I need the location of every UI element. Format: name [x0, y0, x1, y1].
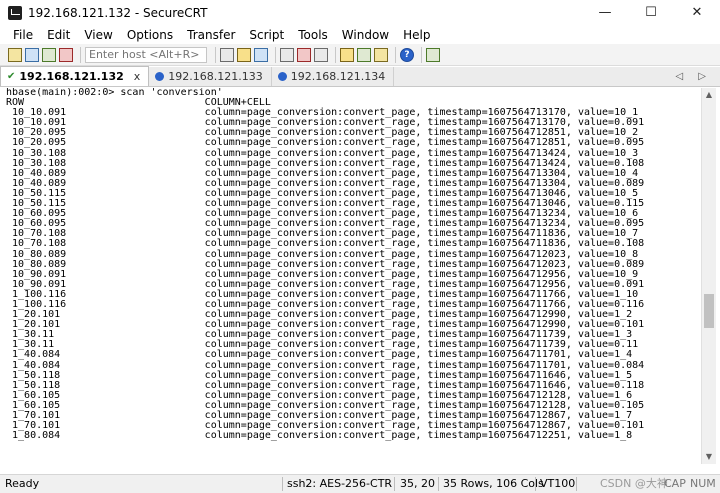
tab-label: 192.168.121.132 — [19, 70, 124, 83]
status-rows-cols: 35 Rows, 106 Cols — [443, 477, 544, 490]
tab-close-icon[interactable]: x — [134, 70, 141, 83]
menu-bar: File Edit View Options Transfer Script T… — [0, 25, 720, 44]
help-icon[interactable]: ? — [400, 47, 414, 62]
window-title: 192.168.121.132 - SecureCRT — [28, 5, 208, 20]
status-caps-lock: CAP — [664, 477, 686, 490]
terminal-output[interactable]: hbase(main):002:0> scan 'conversion' ROW … — [2, 88, 700, 464]
csdn-watermark: CSDN @大神 — [600, 477, 668, 490]
print-selection-icon[interactable] — [297, 47, 311, 62]
status-terminal-type: VT100 — [540, 477, 576, 490]
terminal-scrollbar[interactable]: ▲ ▼ — [701, 88, 716, 464]
toolbar-separator — [80, 46, 81, 63]
status-divider — [394, 477, 395, 491]
status-divider — [535, 477, 536, 491]
tab-label: 192.168.121.134 — [290, 70, 386, 83]
tab-label: 192.168.121.133 — [168, 70, 263, 83]
status-ready: Ready — [5, 477, 40, 490]
global-options-icon[interactable] — [357, 47, 371, 62]
status-divider — [282, 477, 283, 491]
menu-transfer[interactable]: Transfer — [179, 28, 241, 42]
maximize-button[interactable]: ☐ — [628, 0, 674, 25]
status-divider — [576, 477, 577, 491]
find-icon[interactable] — [254, 47, 268, 62]
toolbar-separator — [421, 46, 422, 63]
disconnect-icon[interactable] — [59, 47, 73, 62]
paste-icon[interactable] — [237, 47, 251, 62]
session-tab-bar: ✔ 192.168.121.132 x 192.168.121.133 192.… — [0, 66, 720, 87]
menu-script[interactable]: Script — [241, 28, 290, 42]
quick-connect-icon[interactable] — [25, 47, 39, 62]
terminal-row: 1_80.084 column=page_conversion:convert_… — [6, 430, 633, 442]
print-setup-icon[interactable] — [314, 47, 328, 62]
sftp-icon[interactable] — [426, 47, 440, 62]
terminal-row: 10_70.108 column=page_conversion:convert… — [6, 238, 645, 250]
status-bar: Ready ssh2: AES-256-CTR 35, 20 35 Rows, … — [0, 474, 720, 493]
scroll-up-icon[interactable]: ▲ — [702, 88, 716, 102]
tab-session-132[interactable]: ✔ 192.168.121.132 x — [0, 66, 150, 86]
info-icon — [277, 72, 287, 81]
connected-check-icon: ✔ — [7, 71, 16, 82]
status-divider — [438, 477, 439, 491]
tab-session-134[interactable]: 192.168.121.134 — [272, 67, 395, 86]
toolbar-separator — [335, 46, 336, 63]
window-controls: — ☐ ✕ — [582, 0, 720, 25]
menu-edit[interactable]: Edit — [39, 28, 76, 42]
status-cipher: ssh2: AES-256-CTR — [287, 477, 393, 490]
close-button[interactable]: ✕ — [674, 0, 720, 25]
toolbar-separator — [215, 46, 216, 63]
copy-icon[interactable] — [220, 47, 234, 62]
toolbar-separator — [275, 46, 276, 63]
menu-window[interactable]: Window — [334, 28, 395, 42]
menu-help[interactable]: Help — [395, 28, 436, 42]
menu-options[interactable]: Options — [119, 28, 179, 42]
print-icon[interactable] — [280, 47, 294, 62]
status-num-lock: NUM — [690, 477, 716, 490]
host-input[interactable] — [85, 46, 207, 63]
toolbar-separator — [395, 46, 396, 63]
menu-tools[interactable]: Tools — [290, 28, 334, 42]
session-options-icon[interactable] — [340, 47, 354, 62]
minimize-button[interactable]: — — [582, 0, 628, 25]
keymap-icon[interactable] — [374, 47, 388, 62]
scroll-thumb[interactable] — [704, 294, 714, 328]
menu-file[interactable]: File — [0, 28, 39, 42]
info-icon — [155, 72, 165, 81]
reconnect-icon[interactable] — [42, 47, 56, 62]
securecrt-app-icon — [8, 5, 22, 20]
connect-icon[interactable] — [8, 47, 22, 62]
toolbar: ? — [0, 44, 720, 66]
tab-scroll-arrows-icon[interactable]: ◁ ▷ — [675, 71, 712, 82]
menu-view[interactable]: View — [76, 28, 118, 42]
tab-session-133[interactable]: 192.168.121.133 — [149, 67, 272, 86]
scroll-down-icon[interactable]: ▼ — [702, 450, 716, 464]
status-cursor-position: 35, 20 — [400, 477, 435, 490]
title-bar: 192.168.121.132 - SecureCRT — ☐ ✕ — [0, 0, 720, 25]
